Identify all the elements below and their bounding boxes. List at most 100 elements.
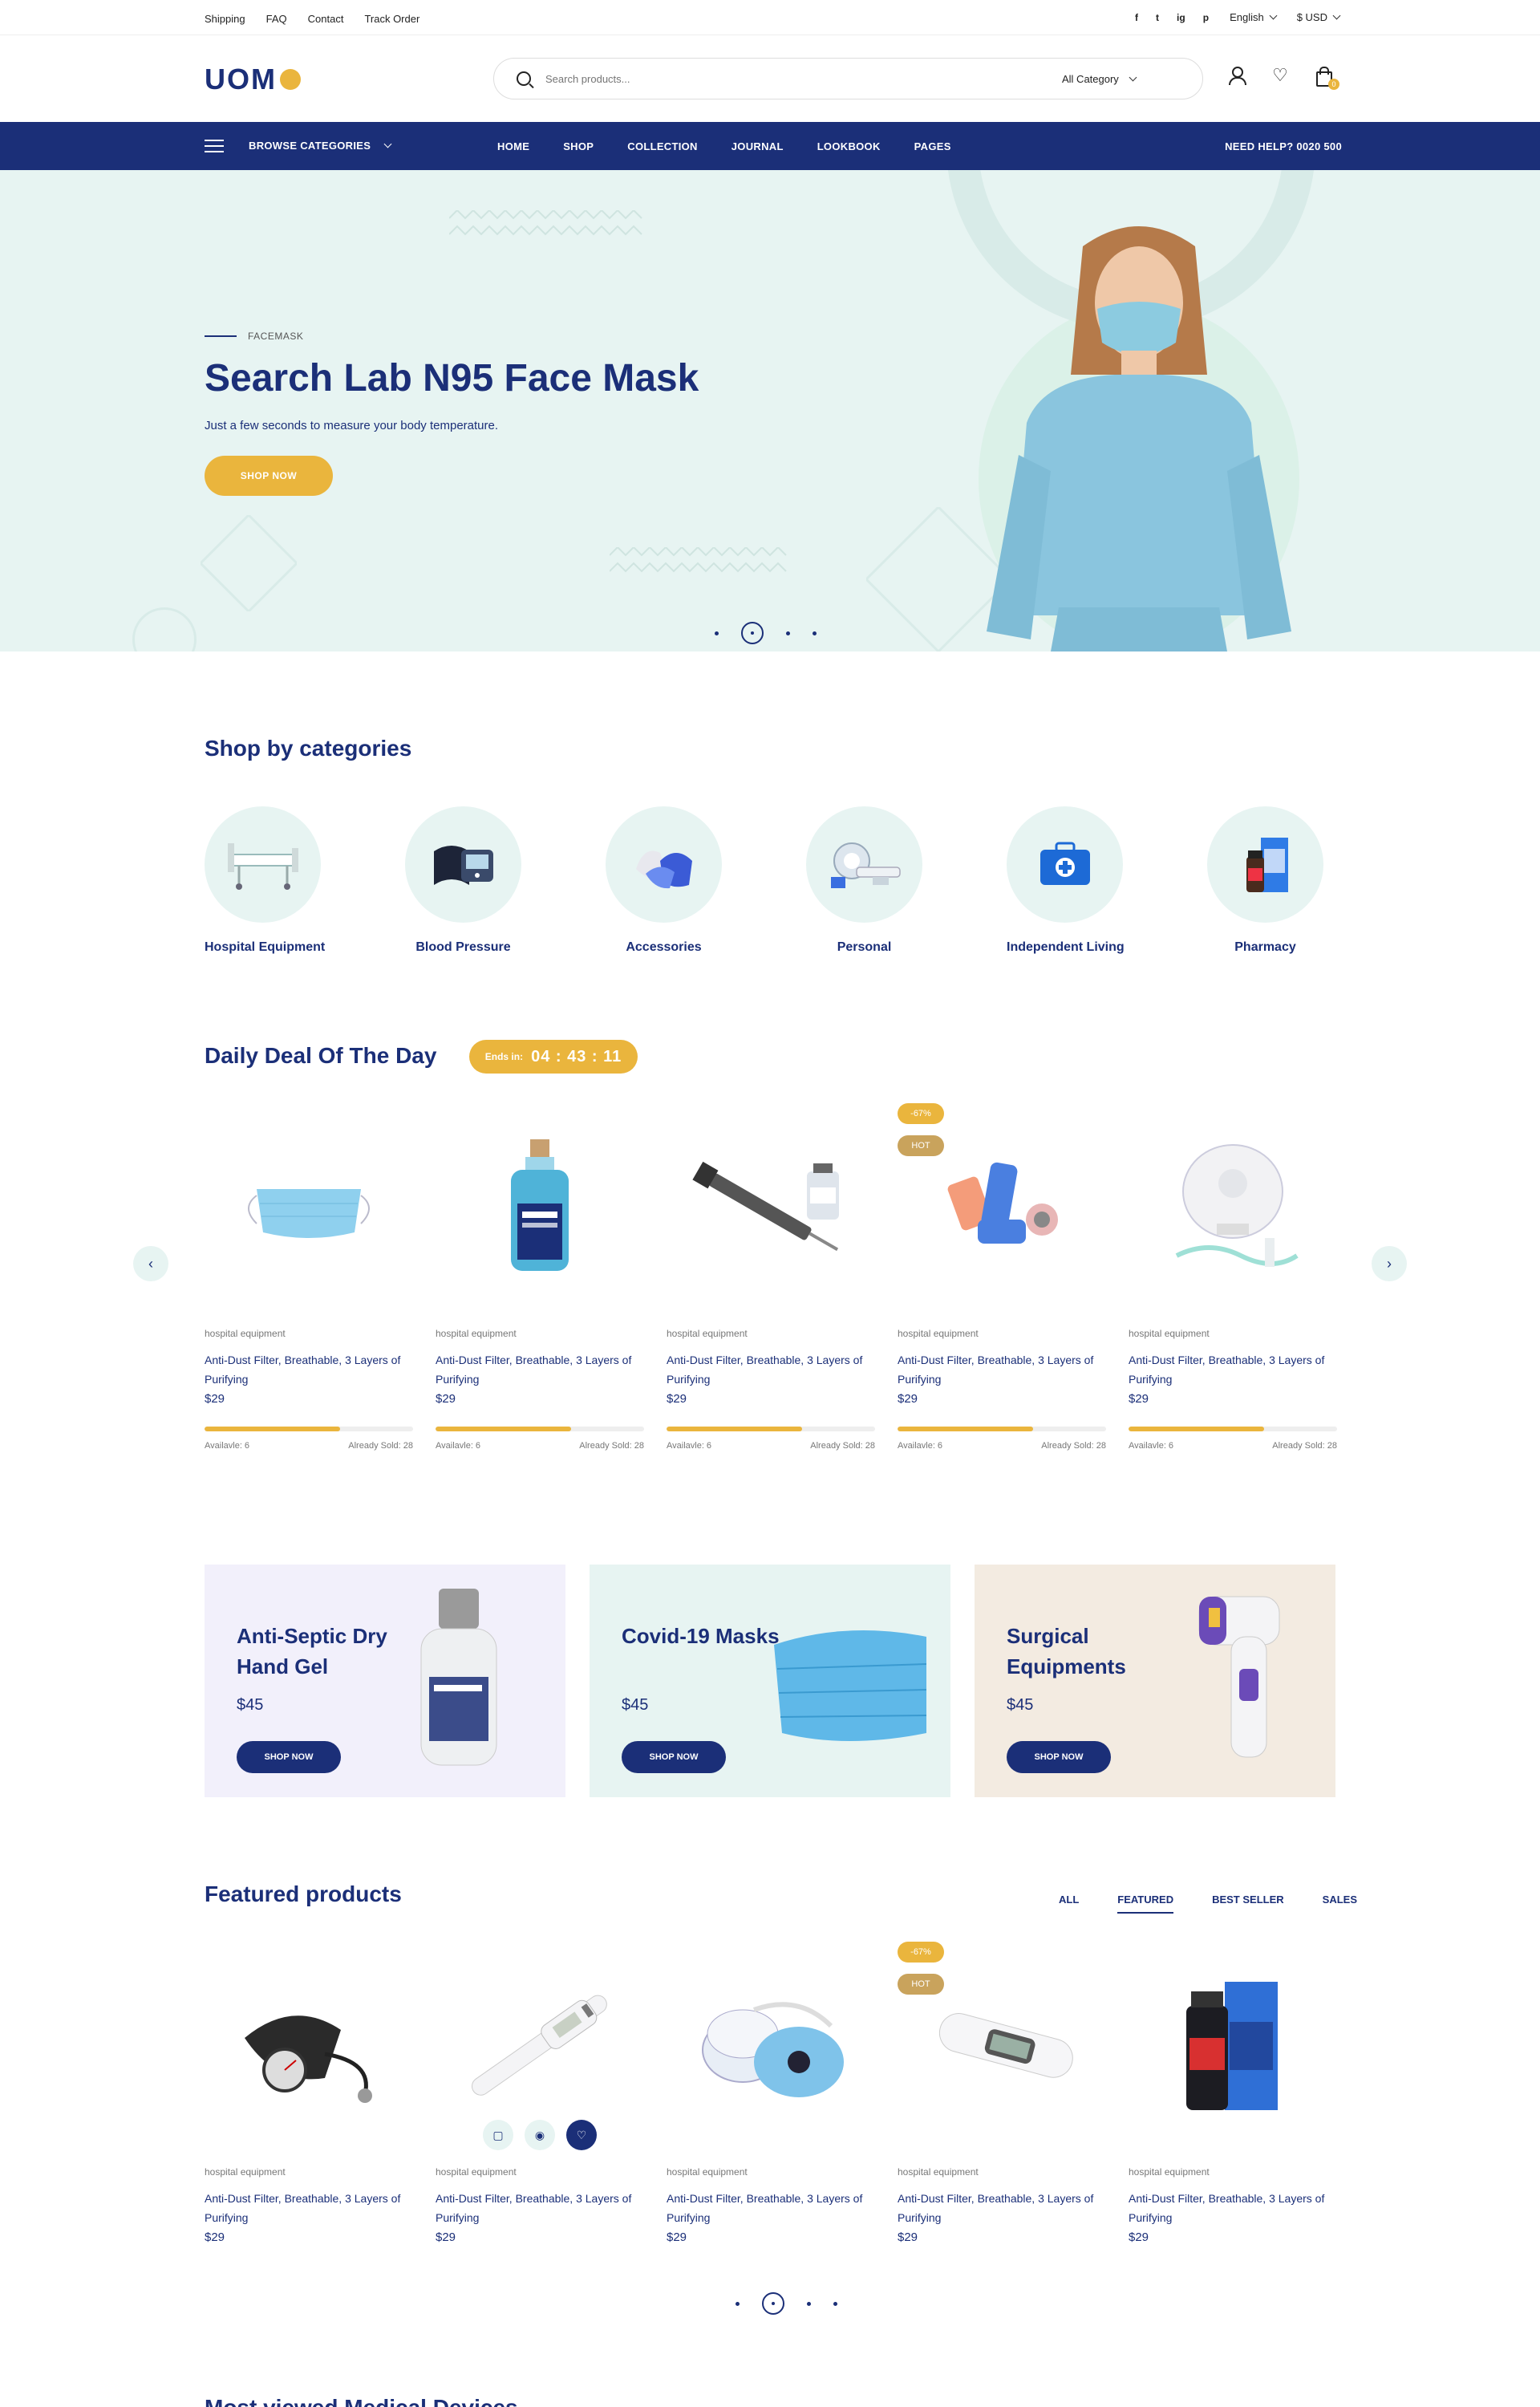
category-select[interactable]: All Category (1062, 73, 1178, 85)
tab-featured[interactable]: FEATURED (1117, 1894, 1174, 1914)
featured-tabs: ALL FEATURED BEST SELLER SALES (1059, 1894, 1357, 1914)
stock-available: Availavle: 6 (205, 1441, 250, 1451)
slider-dot[interactable] (813, 631, 817, 635)
product-name[interactable]: Anti-Dust Filter, Breathable, 3 Layers o… (667, 1350, 875, 1389)
slider-dot[interactable] (715, 631, 719, 635)
cart-icon[interactable]: 0 (1314, 66, 1339, 90)
banner-shop-now-button[interactable]: SHOP NOW (622, 1741, 726, 1773)
product-price: $29 (667, 1392, 687, 1406)
banner-price: $45 (1007, 1696, 1034, 1714)
nav-item-journal[interactable]: JOURNAL (732, 140, 784, 152)
category-pharmacy[interactable]: Pharmacy (1207, 806, 1323, 955)
hero-slider: FACEMASK Search Lab N95 Face Mask Just a… (0, 170, 1540, 651)
main-nav: BROWSE CATEGORIES HOME SHOP COLLECTION J… (0, 122, 1540, 170)
product-card[interactable]: hospital equipment Anti-Dust Filter, Bre… (205, 1942, 413, 2244)
product-name[interactable]: Anti-Dust Filter, Breathable, 3 Layers o… (205, 1350, 413, 1389)
tab-sales[interactable]: SALES (1323, 1894, 1357, 1914)
slider-dot[interactable] (833, 2301, 837, 2306)
promo-banner[interactable]: Surgical Equipments $45 SHOP NOW (975, 1565, 1335, 1797)
top-link-track-order[interactable]: Track Order (364, 13, 419, 25)
product-card[interactable]: hospital equipment Anti-Dust Filter, Bre… (667, 1103, 875, 1451)
nav-item-lookbook[interactable]: LOOKBOOK (817, 140, 881, 152)
stock-info: Availavle: 6 Already Sold: 28 (898, 1441, 1106, 1451)
deal-next-arrow[interactable]: › (1372, 1246, 1407, 1281)
category-list: Hospital Equipment Blood Pressure Access… (205, 806, 1323, 955)
promo-banner[interactable]: Anti-Septic Dry Hand Gel $45 SHOP NOW (205, 1565, 565, 1797)
decor-zigzag (610, 547, 787, 573)
top-links: Shipping FAQ Contact Track Order (205, 13, 419, 25)
category-blood-pressure[interactable]: Blood Pressure (405, 806, 521, 955)
wishlist-icon[interactable]: ♡ (1270, 66, 1290, 85)
top-link-shipping[interactable]: Shipping (205, 13, 245, 25)
product-card[interactable]: hospital equipment Anti-Dust Filter, Bre… (205, 1103, 413, 1451)
product-name[interactable]: Anti-Dust Filter, Breathable, 3 Layers o… (667, 2189, 875, 2227)
category-hospital-equipment[interactable]: Hospital Equipment (205, 806, 325, 955)
product-price: $29 (436, 1392, 456, 1406)
product-card[interactable]: ▢ ◉ ♡ hospital equipment Anti-Dust Filte… (436, 1942, 644, 2244)
slider-dot[interactable] (786, 631, 790, 635)
top-link-contact[interactable]: Contact (308, 13, 344, 25)
banner-shop-now-button[interactable]: SHOP NOW (237, 1741, 341, 1773)
product-category: hospital equipment (1129, 2166, 1210, 2178)
nav-item-collection[interactable]: COLLECTION (627, 140, 698, 152)
product-name[interactable]: Anti-Dust Filter, Breathable, 3 Layers o… (898, 2189, 1106, 2227)
product-name[interactable]: Anti-Dust Filter, Breathable, 3 Layers o… (1129, 1350, 1337, 1389)
category-independent-living[interactable]: Independent Living (1007, 806, 1125, 955)
pinterest-icon[interactable]: p (1203, 12, 1209, 23)
user-icon[interactable] (1227, 66, 1246, 85)
tab-best-seller[interactable]: BEST SELLER (1212, 1894, 1284, 1914)
product-name[interactable]: Anti-Dust Filter, Breathable, 3 Layers o… (205, 2189, 413, 2227)
add-to-cart-icon[interactable]: ▢ (483, 2120, 513, 2150)
promo-banner[interactable]: Covid-19 Masks $45 SHOP NOW (590, 1565, 950, 1797)
stock-info: Availavle: 6 Already Sold: 28 (205, 1441, 413, 1451)
menu-icon[interactable] (205, 140, 224, 152)
slider-dot[interactable] (807, 2301, 811, 2306)
nav-item-pages[interactable]: PAGES (914, 140, 951, 152)
stock-progress-fill (205, 1427, 340, 1431)
product-name[interactable]: Anti-Dust Filter, Breathable, 3 Layers o… (898, 1350, 1106, 1389)
product-price: $29 (205, 2230, 225, 2244)
product-card[interactable]: -67% HOT hospital equipment Anti-Dust Fi… (898, 1103, 1106, 1451)
nav-item-shop[interactable]: SHOP (563, 140, 594, 152)
product-card[interactable]: -67% HOT hospital equipment Anti-Dust Fi… (898, 1942, 1106, 2244)
wishlist-icon[interactable]: ♡ (566, 2120, 597, 2150)
product-image (436, 1103, 644, 1312)
chevron-down-icon (1129, 73, 1137, 81)
banner-price: $45 (237, 1696, 264, 1714)
product-name[interactable]: Anti-Dust Filter, Breathable, 3 Layers o… (436, 2189, 644, 2227)
top-link-faq[interactable]: FAQ (266, 13, 287, 25)
browse-categories-button[interactable]: BROWSE CATEGORIES (249, 140, 392, 152)
logo[interactable]: UOM (205, 63, 301, 96)
product-card[interactable]: hospital equipment Anti-Dust Filter, Bre… (1129, 1103, 1337, 1451)
product-card[interactable]: hospital equipment Anti-Dust Filter, Bre… (1129, 1942, 1337, 2244)
nav-item-home[interactable]: HOME (497, 140, 529, 152)
language-select[interactable]: English (1230, 11, 1278, 23)
help-phone[interactable]: NEED HELP? 0020 500 (1225, 140, 1342, 152)
twitter-icon[interactable]: t (1156, 12, 1159, 23)
product-card[interactable]: hospital equipment Anti-Dust Filter, Bre… (436, 1103, 644, 1451)
product-name[interactable]: Anti-Dust Filter, Breathable, 3 Layers o… (1129, 2189, 1337, 2227)
product-card[interactable]: hospital equipment Anti-Dust Filter, Bre… (667, 1942, 875, 2244)
search-input[interactable] (545, 72, 1062, 85)
quick-view-icon[interactable]: ◉ (525, 2120, 555, 2150)
stock-sold: Already Sold: 28 (810, 1441, 875, 1451)
slider-dot-active[interactable] (762, 2292, 784, 2315)
banner-shop-now-button[interactable]: SHOP NOW (1007, 1741, 1111, 1773)
currency-select[interactable]: $ USD (1297, 11, 1341, 23)
decor-zigzag (449, 210, 642, 236)
deal-prev-arrow[interactable]: ‹ (133, 1246, 168, 1281)
featured-products: hospital equipment Anti-Dust Filter, Bre… (205, 1942, 1337, 2244)
product-name[interactable]: Anti-Dust Filter, Breathable, 3 Layers o… (436, 1350, 644, 1389)
decor-ring (132, 607, 197, 651)
tab-all[interactable]: ALL (1059, 1894, 1079, 1914)
slider-dot[interactable] (736, 2301, 740, 2306)
slider-dot-active[interactable] (741, 622, 764, 644)
facebook-icon[interactable]: f (1135, 12, 1138, 23)
category-image (806, 806, 922, 923)
categories-title: Shop by categories (205, 736, 412, 761)
category-accessories[interactable]: Accessories (606, 806, 722, 955)
hero-shop-now-button[interactable]: SHOP NOW (205, 456, 333, 496)
category-personal[interactable]: Personal (806, 806, 922, 955)
instagram-icon[interactable]: ig (1177, 12, 1185, 23)
search-icon[interactable] (517, 71, 531, 86)
